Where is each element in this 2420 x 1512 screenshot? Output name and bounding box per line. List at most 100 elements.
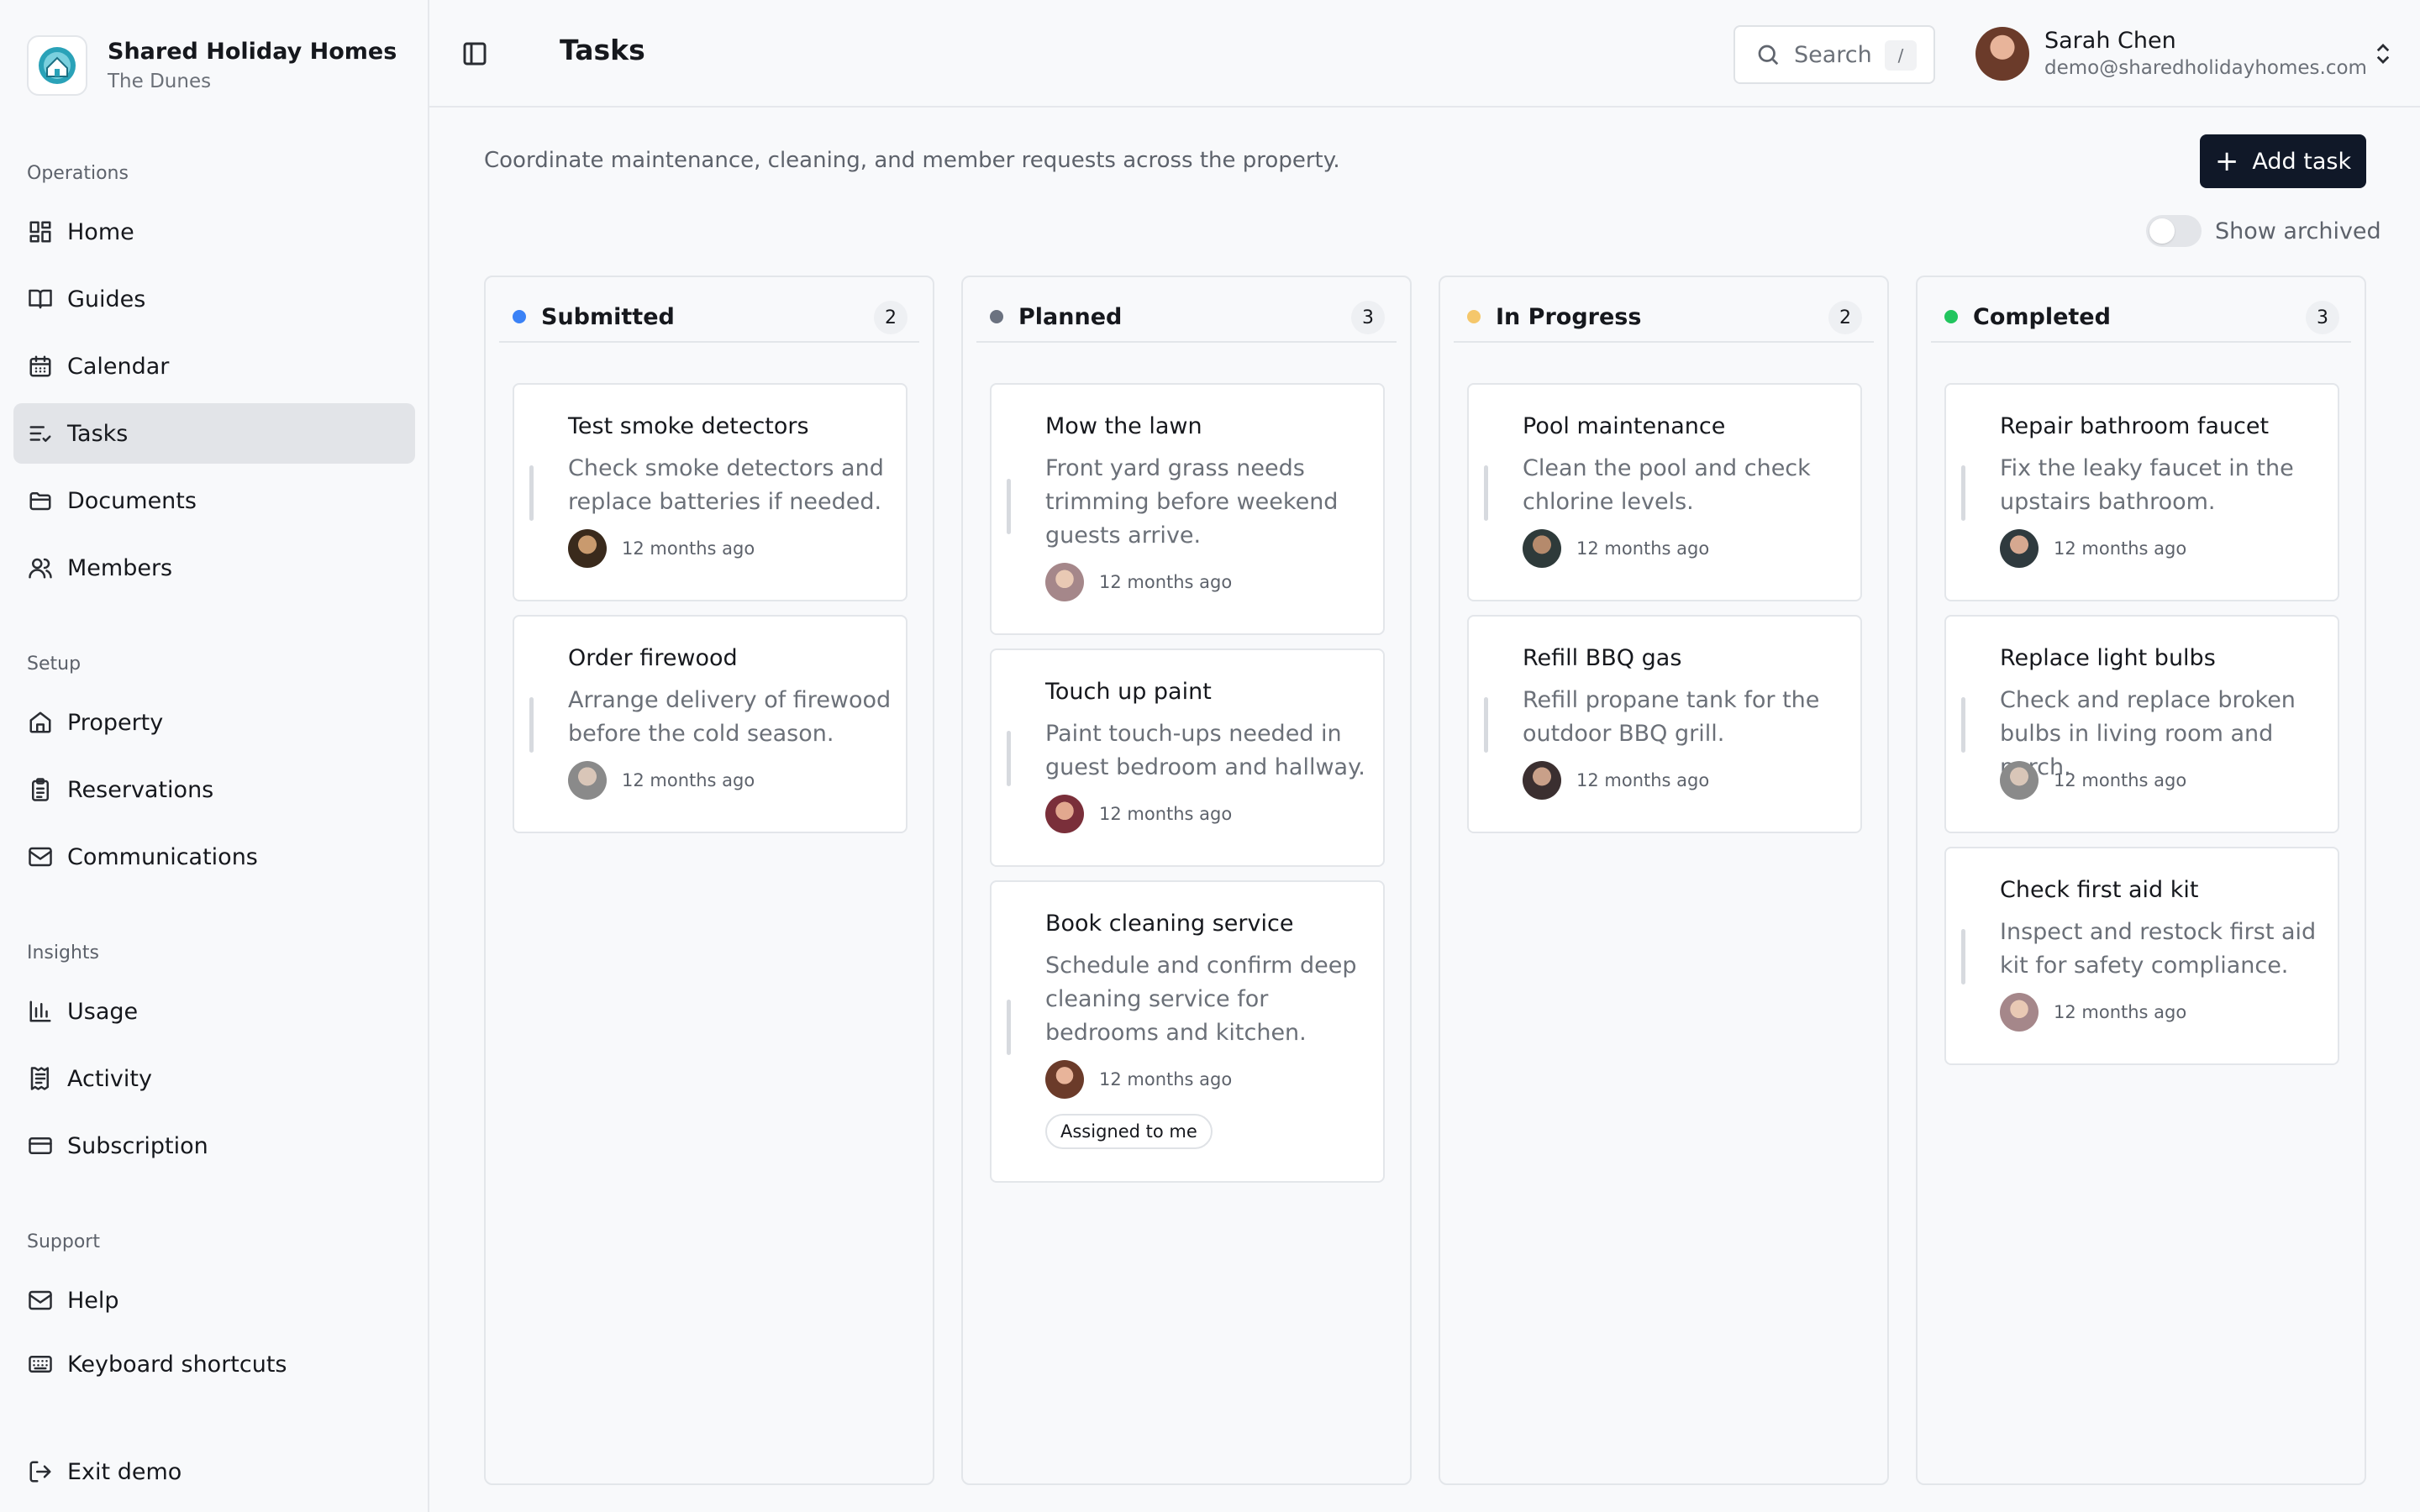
list-check-icon (27, 420, 54, 447)
card-accent-bar (1007, 479, 1011, 534)
avatar (1045, 563, 1084, 601)
task-card[interactable]: Order firewood Arrange delivery of firew… (513, 615, 908, 833)
status-dot (990, 310, 1003, 323)
sidebar-item-tasks[interactable]: Tasks (13, 403, 415, 464)
chevrons-up-down-icon (2370, 40, 2396, 67)
card-title: Repair bathroom faucet (2000, 413, 2270, 439)
show-archived-toggle[interactable] (2146, 215, 2202, 247)
card-description: Paint touch-ups needed in guest bedroom … (1045, 721, 1365, 780)
sidebar-item-usage[interactable]: Usage (13, 981, 415, 1042)
book-icon (27, 286, 54, 312)
card-accent-bar (1484, 697, 1488, 753)
sidebar-item-keyboard-shortcuts[interactable]: Keyboard shortcuts (13, 1334, 415, 1394)
task-card[interactable]: Replace light bulbs Check and replace br… (1944, 615, 2339, 833)
house-icon (27, 709, 54, 736)
column-title: Planned (1018, 303, 1123, 330)
folder-icon (27, 487, 54, 514)
sidebar: Shared Holiday Homes The Dunes Operation… (0, 0, 429, 1512)
sidebar-item-reservations[interactable]: Reservations (13, 759, 415, 820)
card-title: Check first aid kit (2000, 877, 2199, 903)
task-card[interactable]: Pool maintenance Clean the pool and chec… (1467, 383, 1862, 601)
card-meta: 12 months ago (1045, 1060, 1232, 1099)
sidebar-item-activity[interactable]: Activity (13, 1048, 415, 1109)
sidebar-item-documents[interactable]: Documents (13, 470, 415, 531)
sidebar-item-guides[interactable]: Guides (13, 269, 415, 329)
column-header: In Progress 2 (1454, 292, 1874, 343)
avatar (568, 529, 607, 568)
card-accent-bar (1961, 929, 1965, 984)
sidebar-item-communications[interactable]: Communications (13, 827, 415, 887)
sidebar-panel-icon (463, 42, 487, 66)
card-title: Mow the lawn (1045, 413, 1202, 439)
sidebar-item-exit-demo[interactable]: Exit demo (13, 1441, 415, 1502)
card-meta: 12 months ago (568, 529, 755, 568)
card-title: Replace light bulbs (2000, 645, 2216, 671)
sidebar-item-label: Home (67, 218, 134, 245)
add-task-button[interactable]: + Add task (2200, 134, 2366, 188)
user-menu[interactable]: Sarah Chen demo@sharedholidayhomes.com (1975, 24, 2396, 84)
status-dot (1944, 310, 1958, 323)
task-card[interactable]: Mow the lawn Front yard grass needs trim… (990, 383, 1385, 635)
sidebar-item-calendar[interactable]: Calendar (13, 336, 415, 396)
task-card[interactable]: Book cleaning service Schedule and confi… (990, 880, 1385, 1183)
users-icon (27, 554, 54, 581)
card-description: Refill propane tank for the outdoor BBQ … (1523, 687, 1820, 747)
column-in-progress: In Progress 2 Pool maintenance Clean the… (1439, 276, 1889, 1485)
task-card[interactable]: Repair bathroom faucet Fix the leaky fau… (1944, 383, 2339, 601)
credit-card-icon (27, 1132, 54, 1159)
logout-icon (27, 1458, 54, 1485)
sidebar-item-home[interactable]: Home (13, 202, 415, 262)
card-meta: 12 months ago (1523, 529, 1709, 568)
sidebar-item-label: Subscription (67, 1132, 208, 1159)
brand-subtitle: The Dunes (108, 71, 212, 92)
column-count-badge: 3 (2306, 301, 2339, 334)
sidebar-item-label: Keyboard shortcuts (67, 1351, 287, 1378)
sidebar-item-help[interactable]: Help (13, 1270, 415, 1331)
sidebar-item-label: Communications (67, 843, 258, 870)
avatar (568, 761, 607, 800)
page-subtitle: Coordinate maintenance, cleaning, and me… (484, 148, 1340, 173)
card-title: Touch up paint (1045, 679, 1212, 705)
task-card[interactable]: Refill BBQ gas Refill propane tank for t… (1467, 615, 1862, 833)
card-title: Test smoke detectors (568, 413, 809, 439)
sidebar-item-label: Help (67, 1287, 119, 1314)
card-accent-bar (529, 697, 534, 753)
sidebar-item-members[interactable]: Members (13, 538, 415, 598)
receipt-icon (27, 1065, 54, 1092)
avatar (1523, 761, 1561, 800)
sidebar-item-label: Documents (67, 487, 197, 514)
task-card[interactable]: Test smoke detectors Check smoke detecto… (513, 383, 908, 601)
card-accent-bar (1961, 465, 1965, 521)
card-meta: 12 months ago (2000, 993, 2186, 1032)
brand[interactable]: Shared Holiday Homes The Dunes (27, 35, 397, 96)
search-input[interactable]: Search / (1733, 25, 1935, 84)
sidebar-item-label: Activity (67, 1065, 152, 1092)
avatar (2000, 993, 2039, 1032)
top-header: Tasks Search / Sarah Chen demo@sharedhol… (429, 0, 2420, 108)
status-dot (513, 310, 526, 323)
card-timestamp: 12 months ago (1576, 770, 1710, 790)
card-accent-bar (529, 465, 534, 521)
column-header: Submitted 2 (499, 292, 919, 343)
brand-logo-icon (27, 35, 87, 96)
card-description: Check smoke detectors and replace batter… (568, 455, 884, 515)
task-card[interactable]: Touch up paint Paint touch-ups needed in… (990, 648, 1385, 867)
sidebar-toggle-button[interactable] (458, 37, 492, 71)
sidebar-item-label: Reservations (67, 776, 214, 803)
show-archived-row: Show archived (2146, 215, 2381, 247)
card-timestamp: 12 months ago (1576, 538, 1710, 559)
card-timestamp: 12 months ago (2054, 1002, 2187, 1022)
card-title: Order firewood (568, 645, 738, 671)
task-card[interactable]: Check first aid kit Inspect and restock … (1944, 847, 2339, 1065)
sidebar-item-property[interactable]: Property (13, 692, 415, 753)
column-title: In Progress (1496, 303, 1642, 330)
sidebar-item-subscription[interactable]: Subscription (13, 1116, 415, 1176)
card-meta: 12 months ago (1523, 761, 1709, 800)
card-meta: 12 months ago (2000, 761, 2186, 800)
column-title: Completed (1973, 303, 2111, 330)
sidebar-item-label: Members (67, 554, 173, 581)
assigned-badge: Assigned to me (1045, 1114, 1213, 1149)
column-header: Planned 3 (976, 292, 1397, 343)
card-accent-bar (1961, 697, 1965, 753)
page-title: Tasks (560, 34, 645, 66)
